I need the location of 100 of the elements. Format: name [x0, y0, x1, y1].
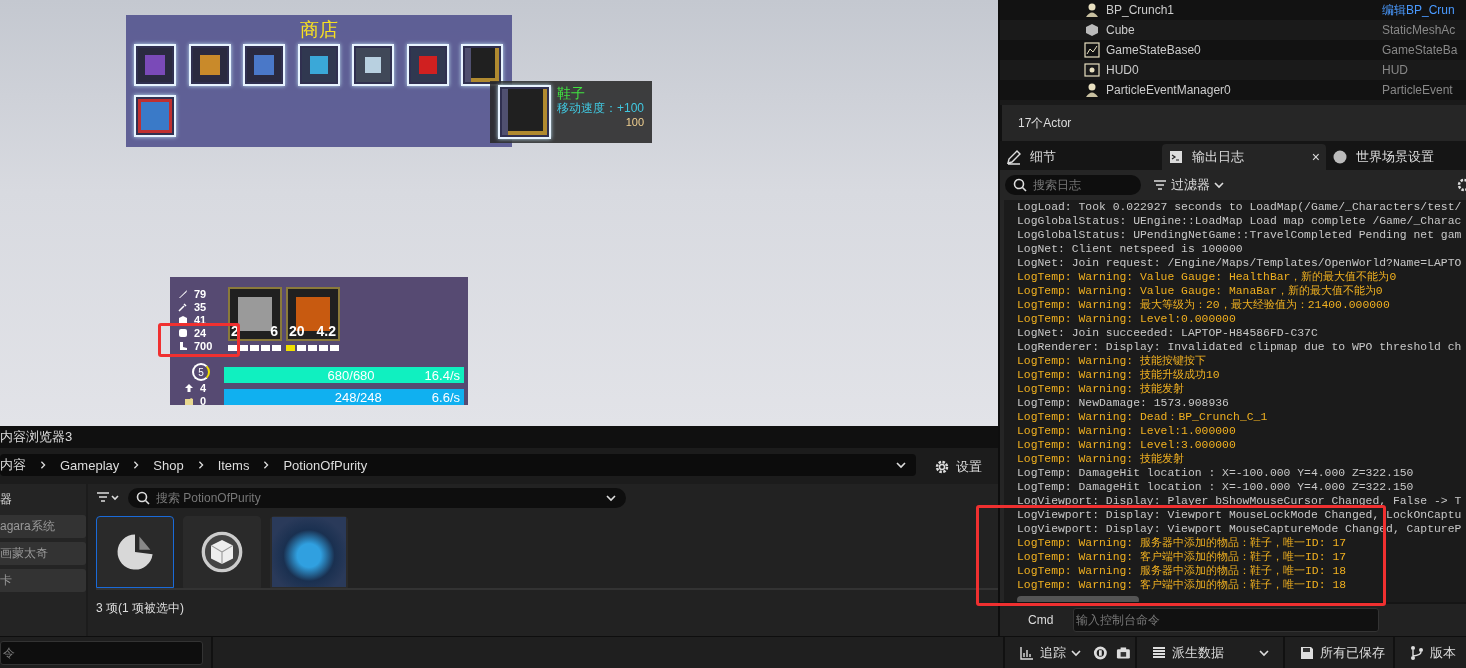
log-line: LogTemp: Warning: Value Gauge: HealthBar，新的最大值不能为0 — [1017, 269, 1398, 284]
globe-icon — [1332, 148, 1348, 165]
status-text: 3 项(1 项被选中) — [96, 600, 185, 617]
caret-icon — [1259, 648, 1269, 657]
caret-icon[interactable] — [896, 461, 906, 469]
scrollbar-thumb[interactable] — [1017, 595, 1139, 602]
item-price: 100 — [625, 115, 644, 129]
search-field[interactable]: 搜索日志 — [1005, 174, 1141, 195]
chevron-icon — [38, 461, 48, 469]
bar-value: 248/248 — [334, 389, 382, 405]
outliner-row[interactable]: BP_Crunch1 编辑BP_Crun — [1000, 0, 1466, 20]
graph-icon — [1084, 42, 1100, 58]
settings-button[interactable]: 设置 — [930, 454, 986, 480]
hud-icon — [1084, 62, 1100, 78]
stat-value: 4 — [200, 381, 207, 394]
log-line: LogViewport: Display: Player bShowMouseCursor Changed, False -> T — [1017, 493, 1463, 508]
camera-icon[interactable] — [1116, 644, 1131, 661]
shop-title: 商店 — [299, 18, 339, 42]
sidebar-item[interactable]: agara系统 — [0, 515, 86, 538]
panel-tab[interactable]: 世界场景设置 — [1326, 144, 1440, 170]
filter-button[interactable]: 过滤器 — [1151, 173, 1226, 196]
outliner-row[interactable]: HUD0 HUD — [1000, 60, 1466, 80]
shield-icon — [178, 314, 188, 325]
save-icon — [1299, 644, 1315, 661]
outliner-row[interactable]: ParticleEventManager0 ParticleEvent — [1000, 80, 1466, 100]
actor-name: HUD0 — [1106, 63, 1140, 77]
sword-icon — [178, 288, 188, 299]
close-button[interactable]: × — [1311, 148, 1320, 165]
log-line: LogTemp: Warning: Dead：BP_Crunch_C_1 — [1017, 409, 1269, 424]
sidebar-item[interactable]: 卡 — [0, 569, 86, 592]
actor-name: BP_Crunch1 — [1106, 3, 1176, 17]
log-line: LogTemp: Warning: 服务器中添加的物品：鞋子，唯一ID: 17 — [1017, 535, 1348, 550]
chart-icon — [1019, 644, 1036, 661]
actor-name: ParticleEventManager0 — [1106, 83, 1232, 97]
asset-tile[interactable] — [96, 516, 174, 588]
stat-value: 700 — [194, 339, 213, 352]
console-input[interactable]: 输入控制台命令 — [1073, 608, 1380, 632]
log-line: LogTemp: Warning: 技能发射 — [1017, 451, 1186, 466]
caret-icon — [1214, 180, 1224, 189]
panel-title: 内容浏览器3 — [0, 426, 998, 448]
item-name: 鞋子 — [556, 85, 586, 101]
breadcrumb-item[interactable]: Items — [217, 457, 250, 473]
bar-rate: 6.6/s — [431, 389, 460, 405]
panel-tab[interactable]: 细节 — [1000, 144, 1162, 170]
log-line: LogTemp: Warning: 技能发射 — [1017, 381, 1186, 396]
record-icon[interactable] — [1093, 644, 1109, 661]
bar-value: 680/680 — [327, 367, 375, 383]
search-icon — [1013, 177, 1027, 192]
actor-type: StaticMeshAc — [1382, 23, 1456, 37]
search-icon — [136, 491, 150, 505]
log-line: LogTemp: Warning: Level:1.000000 — [1017, 423, 1237, 438]
actor-name: Cube — [1106, 23, 1136, 37]
actor-type: ParticleEvent — [1382, 83, 1453, 97]
pawn-icon — [1084, 2, 1100, 18]
search-field[interactable]: 搜索 PotionOfPurity — [128, 488, 626, 508]
log-line: LogTemp: Warning: 服务器中添加的物品：鞋子，唯一ID: 18 — [1017, 563, 1348, 578]
cmd-label[interactable]: Cmd — [1008, 613, 1054, 627]
log-line: LogTemp: NewDamage: 1573.908936 — [1017, 395, 1230, 410]
caret-icon — [1071, 648, 1082, 657]
log-line: LogLoad: Took 0.022927 seconds to LoadMap(/Game/_Characters/test/ — [1017, 199, 1463, 214]
server-icon — [1151, 644, 1167, 661]
log-line: LogNet: Join request: /Engine/Maps/Templates/OpenWorld?Name=LAPTO — [1017, 255, 1463, 270]
pencil-icon — [1006, 148, 1022, 165]
pawn-icon — [1084, 82, 1100, 98]
actor-name: GameStateBase0 — [1106, 43, 1202, 57]
cube-icon — [200, 530, 244, 574]
settings-icon — [934, 459, 950, 475]
edit-link[interactable]: 编辑BP_Crun — [1382, 1, 1455, 19]
outliner-row[interactable]: Cube StaticMeshAc — [1000, 20, 1466, 40]
cube-icon — [1084, 22, 1100, 38]
level-ring: 5 — [192, 363, 210, 381]
breadcrumb-item[interactable]: 内容 — [0, 456, 26, 474]
log-line: LogTemp: Warning: Level:3.000000 — [1017, 437, 1237, 452]
caret-icon[interactable] — [606, 494, 616, 502]
sidebar-item[interactable]: 画蒙太奇 — [0, 542, 86, 565]
breadcrumb-item[interactable]: PotionOfPurity — [283, 457, 368, 473]
bar-rate: 16.4/s — [424, 367, 460, 383]
log-line: LogTemp: Warning: 客户端中添加的物品：鞋子，唯一ID: 17 — [1017, 549, 1348, 564]
log-line: LogGlobalStatus: UEngine::LoadMap Load map complete /Game/_Charac — [1017, 213, 1463, 228]
log-line: LogTemp: Warning: 最大等级为：20，最大经验值为：21400.000000 — [1017, 297, 1391, 312]
outliner-row[interactable]: GameStateBase0 GameStateBa — [1000, 40, 1466, 60]
log-line: LogTemp: Warning: 技能升级成功10 — [1017, 367, 1221, 382]
log-line: LogViewport: Display: Viewport MouseLockMode Changed, LockOnCaptu — [1017, 507, 1463, 522]
log-line: LogNet: Client netspeed is 100000 — [1017, 241, 1244, 256]
breadcrumb-item[interactable]: Gameplay — [60, 457, 120, 473]
log-line: LogGlobalStatus: UPendingNetGame::TravelCompleted Pending net gam — [1017, 227, 1463, 242]
filter-icon[interactable] — [96, 491, 120, 505]
log-line: LogRenderer: Display: Invalidated clipmap due to WPO threshold ch — [1017, 339, 1463, 354]
filter-icon — [1153, 178, 1167, 191]
actor-count: 17个Actor — [1000, 105, 1466, 141]
panel-tab[interactable]: 输出日志 × — [1162, 144, 1326, 170]
arrow-icon — [184, 382, 194, 393]
wand-icon — [178, 301, 188, 312]
command-input[interactable]: 令 — [0, 640, 204, 665]
branch-icon — [1409, 644, 1425, 661]
asset-tile[interactable] — [183, 516, 261, 588]
stat-value: 35 — [194, 300, 207, 313]
actor-type: HUD — [1382, 63, 1408, 77]
breadcrumb-item[interactable]: Shop — [153, 457, 184, 473]
log-line: LogNet: Join succeeded: LAPTOP-H84586FD-C37C — [1017, 325, 1319, 340]
